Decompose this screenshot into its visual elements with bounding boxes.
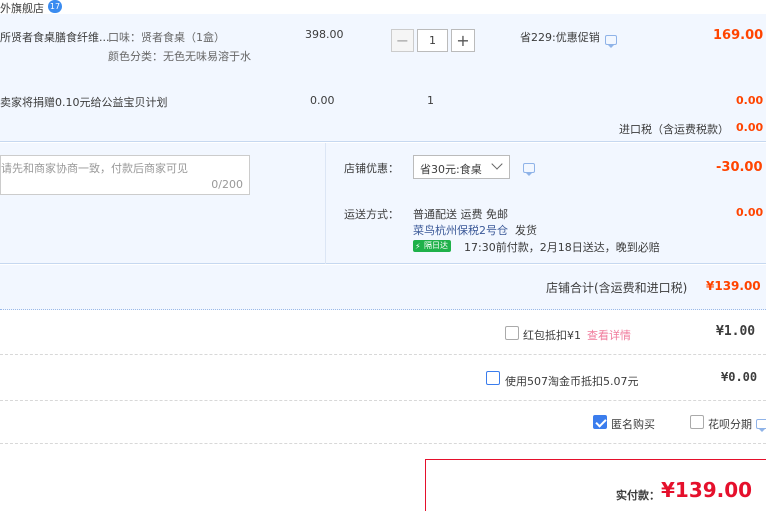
item-promo: 省229:优惠促销 [520,31,600,44]
item-sku-flavor: 口味：贤者食桌（1盒） [108,31,225,44]
charity-subtotal: 0.00 [736,94,764,107]
chevron-down-icon [491,158,503,170]
quantity-decrease-button[interactable]: − [391,29,414,52]
shop-discount-select[interactable]: 省30元:食桌 [413,155,510,179]
redpacket-details-link[interactable]: 查看详情 [587,327,631,343]
shipping-dispatch: 发货 [515,224,537,237]
redpacket-row: 红包抵扣¥1 查看详情 ¥1.00 [0,311,766,355]
quantity-increase-button[interactable]: + [451,29,475,52]
shop-total-label: 店铺合计(含运费和进口税) [546,281,688,295]
shipping-eta: 17:30前付款，2月18日送达，晚到必赔 [464,241,660,254]
shop-discount-value: -30.00 [716,160,763,175]
import-tax-value: 0.00 [736,121,764,134]
item-title[interactable]: 所贤者食桌膳食纤维... [0,29,110,45]
shipping-value: 0.00 [736,206,764,219]
import-tax-label: 进口税（含运费税款） [619,123,729,136]
purchase-options-row: 匿名购买 花呗分期 [0,402,766,444]
discount-chat-icon[interactable] [523,163,535,176]
shipping-badge: ⚡ 隔日达 [413,240,451,252]
redpacket-checkbox[interactable] [505,326,519,340]
divider-vertical [325,143,326,264]
shipping-label: 运送方式： [344,208,399,221]
shop-discount-label: 店铺优惠： [344,162,399,175]
item-price: 398.00 [305,28,344,41]
shipping-badge-text: 隔日达 [424,241,448,250]
promo-chat-icon[interactable] [605,35,617,48]
quantity-input[interactable]: 1 [417,29,448,52]
shipping-method: 普通配送 运费 免邮 [413,208,508,221]
shop-total-band: 店铺合计(含运费和进口税) ¥139.00 [0,265,766,310]
charity-price: 0.00 [310,94,335,107]
redpacket-label: 红包抵扣¥1 [523,329,581,342]
item-subtotal: 169.00 [713,28,764,43]
shop-discount-selected: 省30元:食桌 [420,163,482,176]
message-counter: 0/200 [211,178,243,191]
taobao-coin-label: 使用507淘金币抵扣5.07元 [505,375,639,388]
pay-amount: ¥139.00 [661,478,753,502]
message-box[interactable]: 请先和商家协商一致，付款后商家可见 0/200 [0,155,250,195]
pay-box: 实付款： ¥139.00 [425,459,766,511]
huabei-label: 花呗分期 [708,418,752,431]
shop-total-value: ¥139.00 [706,279,761,293]
huabei-checkbox[interactable] [690,415,704,429]
shop-badge: 17 [48,0,62,13]
message-placeholder: 请先和商家协商一致，付款后商家可见 [1,162,188,175]
taobao-coin-value: ¥0.00 [721,370,758,384]
taobao-coin-checkbox[interactable] [486,371,500,385]
order-item-band: 所贤者食桌膳食纤维... 口味：贤者食桌（1盒） 颜色分类：无色无味易溶于水 3… [0,14,766,142]
charity-text: 卖家将捐赠0.10元给公益宝贝计划 [0,96,168,109]
redpacket-value: ¥1.00 [716,324,756,339]
lightning-icon: ⚡ [415,242,421,251]
order-options-band: 请先和商家协商一致，付款后商家可见 0/200 店铺优惠： 省30元:食桌 -3… [0,143,766,264]
huabei-chat-icon[interactable] [756,419,766,432]
shipping-warehouse: 菜鸟杭州保税2号仓 [413,224,508,237]
charity-quantity: 1 [427,94,434,107]
anonymous-checkbox[interactable] [593,415,607,429]
taobao-coin-row: 使用507淘金币抵扣5.07元 ¥0.00 [0,356,766,401]
item-sku-color: 颜色分类：无色无味易溶于水 [108,50,251,63]
pay-label: 实付款： [616,489,660,502]
anonymous-label: 匿名购买 [611,418,655,431]
